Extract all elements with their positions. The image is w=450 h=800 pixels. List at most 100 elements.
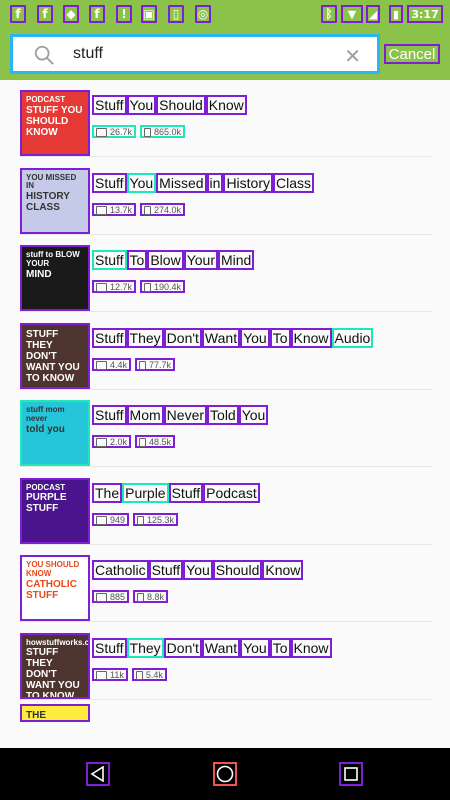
title-word: Missed [156, 172, 207, 193]
listens-count: 190.4k [140, 280, 186, 293]
title-word: Stuff [92, 405, 127, 425]
play-icon [135, 670, 143, 680]
title-word: Told [207, 405, 239, 425]
title-word: You [126, 172, 157, 193]
podcast-artwork[interactable]: STUFF THEY DON'T WANT YOU TO KNOW [20, 322, 90, 389]
podcast-result-row[interactable]: PODCAST PURPLE STUFF The Purple Stuff Podcast… [20, 468, 432, 545]
title-word: Know [205, 95, 247, 115]
podcast-title[interactable]: Stuff They Don't Want You To Know [92, 637, 332, 658]
podcast-result-row[interactable]: PODCAST STUFF YOU SHOULD KNOW Stuff You Shou… [20, 80, 432, 157]
artwork-subtitle: YOU MISSED IN [26, 172, 77, 191]
subscribers-icon [96, 438, 107, 448]
title-word: Stuff [92, 637, 127, 658]
clear-icon[interactable]: ✕ [344, 44, 361, 68]
facebook-icon: f [89, 5, 105, 23]
title-word: Stuff [92, 250, 127, 270]
play-icon [139, 438, 147, 448]
subscribers-icon [96, 205, 107, 215]
artwork-title: CATHOLIC STUFF [26, 578, 77, 601]
podcast-title[interactable]: The Purple Stuff Podcast [92, 482, 260, 503]
podcast-artwork[interactable]: PODCAST STUFF YOU SHOULD KNOW [20, 90, 90, 156]
podcast-result-row[interactable]: YOU SHOULD KNOW CATHOLIC STUFF Catholic Stu… [20, 545, 432, 622]
podcast-stats: 11k 5.4k [92, 667, 171, 681]
listens-value: 274.0k [154, 204, 182, 215]
subscribers-icon [96, 128, 107, 138]
podcast-stats: 4.4k 77.7k [92, 357, 179, 371]
followers-value: 885 [110, 592, 126, 602]
title-word: To [269, 327, 291, 348]
listens-count: 5.4k [131, 667, 167, 681]
followers-value: 12.7k [110, 282, 133, 292]
podcast-stats: 13.7k 274.0k [92, 202, 189, 216]
search-query[interactable]: stuff [73, 45, 103, 63]
battery-icon: ▮ [389, 5, 403, 23]
title-word: You [126, 95, 157, 115]
signal-icon: ◢ [366, 5, 380, 23]
podcast-title[interactable]: Stuff They Don't Want You To Know Audio [92, 327, 374, 348]
clock: 3:17 [407, 5, 443, 23]
title-word: Know [262, 560, 304, 580]
followers-value: 949 [110, 514, 126, 525]
title-word: Never [163, 405, 208, 425]
artwork-title: HISTORY CLASS [26, 191, 70, 214]
title-word: Blow [147, 250, 184, 270]
podcast-artwork[interactable]: howstuffworks.comSTUFF THEY DON'T WANT Y… [20, 632, 90, 699]
title-word: Want [201, 637, 241, 658]
listens-value: 77.7k [149, 359, 172, 370]
podcast-stats: 885 8.8k [92, 590, 172, 603]
navigation-bar [0, 748, 450, 800]
title-word: Should [156, 95, 206, 115]
podcast-artwork[interactable]: PODCAST PURPLE STUFF [20, 477, 90, 544]
podcast-artwork[interactable]: stuff to BLOW YOUR MIND [20, 245, 90, 311]
podcast-title[interactable]: Stuff Mom Never Told You [92, 405, 269, 425]
followers-count: 13.7k [92, 202, 137, 216]
subscribers-icon [96, 360, 107, 370]
wifi-icon: ▼ [341, 5, 363, 23]
followers-count: 26.7k [92, 125, 137, 138]
artwork-title: STUFF YOU SHOULD KNOW [26, 104, 83, 138]
followers-value: 4.4k [110, 359, 128, 370]
search-icon [34, 45, 54, 65]
title-word: Stuff [92, 327, 127, 348]
podcast-stats: 26.7k 865.0k [92, 125, 189, 138]
podcast-title[interactable]: Stuff You Missed in History Class [92, 172, 315, 193]
home-icon[interactable] [213, 762, 237, 786]
title-word: Want [201, 327, 241, 348]
podcast-result-row[interactable]: stuff mom never told you Stuff Mom Never Told… [20, 390, 432, 467]
title-word: Purple [122, 482, 169, 503]
podcast-title[interactable]: Stuff You Should Know [92, 95, 247, 115]
listens-count: 865.0k [140, 125, 186, 138]
back-icon[interactable] [86, 762, 110, 786]
listens-count: 125.3k [133, 512, 179, 526]
title-word: Mom [126, 405, 164, 425]
cancel-button[interactable]: Cancel [384, 44, 440, 64]
podcast-result-row[interactable]: THE [20, 700, 432, 740]
podcast-stats: 12.7k 190.4k [92, 280, 189, 293]
podcast-title[interactable]: Catholic Stuff You Should Know [92, 560, 304, 580]
title-word: Stuff [92, 172, 127, 193]
facebook-icon: f [10, 5, 26, 23]
title-word: Class [273, 172, 315, 193]
artwork-subtitle: YOU SHOULD KNOW [26, 560, 80, 578]
subscribers-icon [96, 670, 107, 680]
podcast-artwork[interactable]: THE [20, 704, 90, 722]
podcast-result-row[interactable]: howstuffworks.comSTUFF THEY DON'T WANT Y… [20, 623, 432, 700]
title-word: They [126, 637, 164, 658]
search-input[interactable]: stuff ✕ [10, 34, 380, 74]
artwork-subtitle: howstuffworks.com [26, 637, 90, 647]
listens-count: 8.8k [133, 590, 169, 603]
podcast-title[interactable]: Stuff To Blow Your Mind [92, 250, 255, 270]
artwork-title: THE [26, 710, 46, 721]
podcast-result-row[interactable]: STUFF THEY DON'T WANT YOU TO KNOW Stuff Th… [20, 313, 432, 390]
podcast-artwork[interactable]: stuff mom never told you [20, 400, 90, 466]
recents-icon[interactable] [339, 762, 363, 786]
podcast-result-row[interactable]: YOU MISSED IN HISTORY CLASS Stuff You Missed… [20, 158, 432, 235]
play-icon [139, 360, 147, 370]
podcast-artwork[interactable]: YOU SHOULD KNOW CATHOLIC STUFF [20, 555, 90, 621]
podcast-artwork[interactable]: YOU MISSED IN HISTORY CLASS [20, 167, 90, 234]
listens-count: 48.5k [135, 435, 176, 448]
title-word: Know [290, 327, 332, 348]
title-word: Your [183, 250, 218, 270]
podcast-result-row[interactable]: stuff to BLOW YOUR MIND Stuff To Blow Your Min… [20, 235, 432, 312]
shield-icon: ◆ [63, 5, 79, 23]
